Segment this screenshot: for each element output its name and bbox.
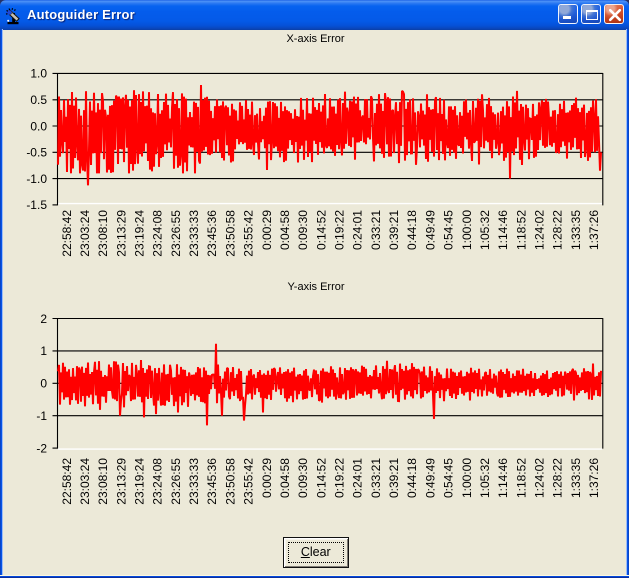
svg-text:0:39:21: 0:39:21: [387, 210, 401, 250]
svg-text:23:55:42: 23:55:42: [242, 210, 256, 257]
svg-text:1:33:35: 1:33:35: [569, 210, 583, 250]
svg-text:23:08:10: 23:08:10: [96, 210, 110, 257]
svg-text:0:04:58: 0:04:58: [278, 210, 292, 250]
svg-text:1:14:46: 1:14:46: [496, 458, 510, 498]
svg-text:1:05:32: 1:05:32: [478, 210, 492, 250]
svg-text:23:26:55: 23:26:55: [169, 210, 183, 257]
svg-text:0:54:45: 0:54:45: [442, 210, 456, 250]
svg-text:0:14:52: 0:14:52: [314, 458, 328, 498]
svg-text:1: 1: [40, 344, 47, 358]
svg-text:0:49:49: 0:49:49: [423, 458, 437, 498]
svg-text:1:18:52: 1:18:52: [514, 210, 528, 250]
svg-text:0: 0: [40, 377, 47, 391]
svg-text:1.0: 1.0: [30, 67, 47, 81]
svg-text:1:00:00: 1:00:00: [460, 210, 474, 250]
svg-text:0:44:18: 0:44:18: [405, 458, 419, 498]
svg-text:0:04:58: 0:04:58: [278, 458, 292, 498]
svg-text:23:13:29: 23:13:29: [114, 458, 128, 505]
svg-text:1:28:22: 1:28:22: [551, 458, 565, 498]
svg-text:1:24:02: 1:24:02: [533, 210, 547, 250]
svg-text:23:03:24: 23:03:24: [78, 210, 92, 257]
svg-text:0.0: 0.0: [30, 119, 47, 133]
svg-text:0:09:30: 0:09:30: [296, 210, 310, 250]
svg-text:0:33:21: 0:33:21: [369, 458, 383, 498]
svg-text:23:24:08: 23:24:08: [151, 458, 165, 505]
svg-text:-1: -1: [36, 409, 47, 423]
svg-text:1:33:35: 1:33:35: [569, 458, 583, 498]
svg-text:23:26:55: 23:26:55: [169, 458, 183, 505]
svg-text:0:19:22: 0:19:22: [333, 210, 347, 250]
svg-text:0:49:49: 0:49:49: [423, 210, 437, 250]
svg-text:23:24:08: 23:24:08: [151, 210, 165, 257]
svg-text:0.5: 0.5: [30, 93, 47, 107]
svg-text:23:50:58: 23:50:58: [223, 210, 237, 257]
svg-text:23:45:36: 23:45:36: [205, 210, 219, 257]
svg-text:23:19:24: 23:19:24: [133, 210, 147, 257]
svg-text:-1.5: -1.5: [26, 198, 47, 212]
svg-text:0:24:01: 0:24:01: [351, 458, 365, 498]
svg-text:23:33:33: 23:33:33: [187, 458, 201, 505]
svg-text:0:24:01: 0:24:01: [351, 210, 365, 250]
svg-text:0:09:30: 0:09:30: [296, 458, 310, 498]
svg-text:0:33:21: 0:33:21: [369, 210, 383, 250]
svg-text:-2: -2: [36, 441, 47, 455]
svg-text:0:19:22: 0:19:22: [333, 458, 347, 498]
svg-text:1:28:22: 1:28:22: [551, 210, 565, 250]
svg-text:-1.0: -1.0: [26, 172, 47, 186]
svg-text:0:44:18: 0:44:18: [405, 210, 419, 250]
svg-text:23:45:36: 23:45:36: [205, 458, 219, 505]
svg-text:0:54:45: 0:54:45: [442, 458, 456, 498]
svg-text:1:05:32: 1:05:32: [478, 458, 492, 498]
svg-text:22:58:42: 22:58:42: [60, 210, 74, 257]
svg-text:Y-axis Error: Y-axis Error: [287, 281, 344, 293]
svg-text:23:33:33: 23:33:33: [187, 210, 201, 257]
svg-text:1:37:26: 1:37:26: [587, 458, 601, 498]
svg-text:0:00:29: 0:00:29: [260, 458, 274, 498]
svg-text:23:03:24: 23:03:24: [78, 458, 92, 505]
svg-text:0:14:52: 0:14:52: [314, 210, 328, 250]
svg-text:23:13:29: 23:13:29: [114, 210, 128, 257]
svg-text:0:00:29: 0:00:29: [260, 210, 274, 250]
svg-text:1:37:26: 1:37:26: [587, 210, 601, 250]
svg-text:23:55:42: 23:55:42: [242, 458, 256, 505]
svg-text:22:58:42: 22:58:42: [60, 458, 74, 505]
svg-text:1:18:52: 1:18:52: [514, 458, 528, 498]
svg-text:23:08:10: 23:08:10: [96, 458, 110, 505]
svg-text:1:24:02: 1:24:02: [533, 458, 547, 498]
svg-text:1:00:00: 1:00:00: [460, 458, 474, 498]
svg-text:23:50:58: 23:50:58: [223, 458, 237, 505]
svg-text:X-axis Error: X-axis Error: [286, 33, 344, 45]
svg-text:0:39:21: 0:39:21: [387, 458, 401, 498]
svg-text:2: 2: [40, 312, 47, 326]
svg-text:-0.5: -0.5: [26, 146, 47, 160]
svg-text:23:19:24: 23:19:24: [133, 458, 147, 505]
svg-text:1:14:46: 1:14:46: [496, 210, 510, 250]
